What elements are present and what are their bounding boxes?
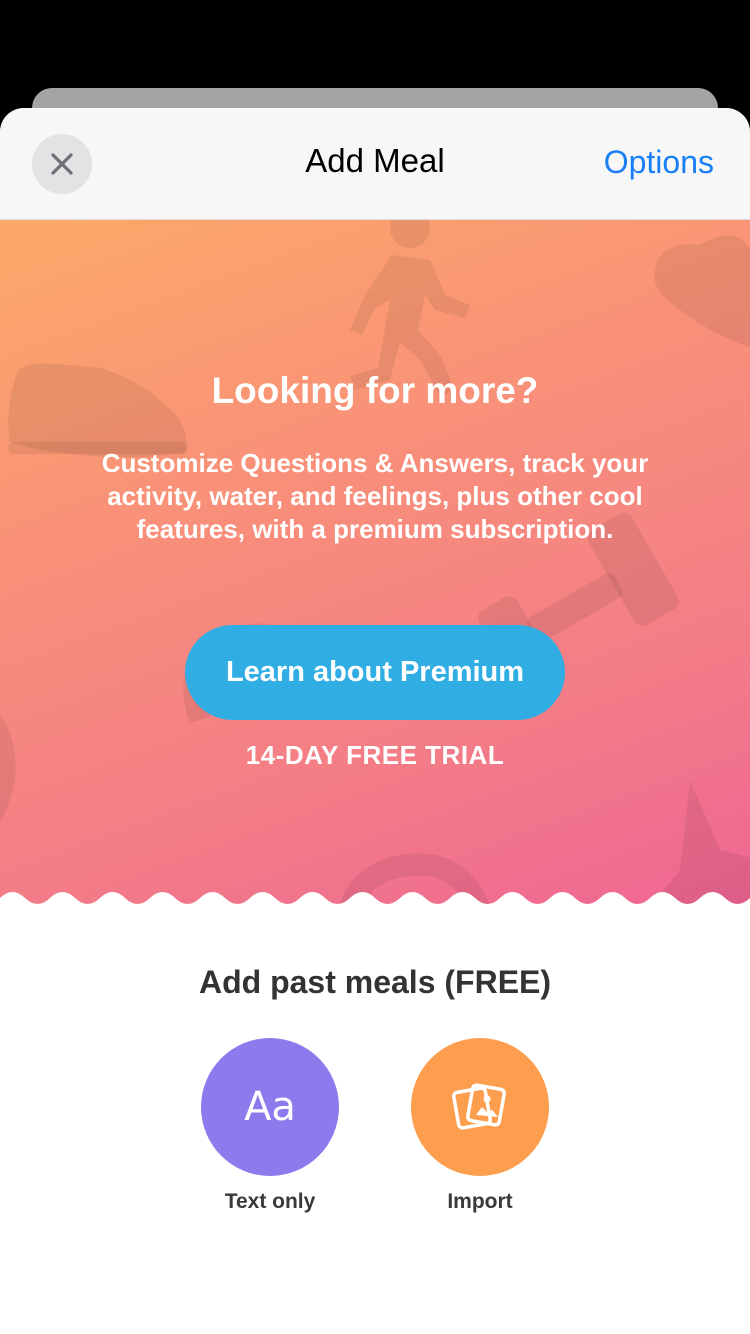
text-only-label: Text only xyxy=(224,1190,316,1213)
free-trial-label: 14-DAY FREE TRIAL xyxy=(245,740,505,770)
premium-promo-banner: Looking for more? Customize Questions & … xyxy=(0,220,750,920)
add-meal-sheet: Add Meal Options Looking for more? Custo… xyxy=(0,108,750,1334)
text-icon: Aa xyxy=(244,1084,296,1130)
import-button[interactable] xyxy=(411,1038,549,1176)
photos-icon xyxy=(452,1083,506,1130)
promo-description: Customize Questions & Answers, track you… xyxy=(101,448,649,544)
import-label: Import xyxy=(447,1190,513,1213)
past-meals-title: Add past meals (FREE) xyxy=(198,964,552,1000)
text-only-button[interactable]: Aa xyxy=(201,1038,339,1176)
options-button[interactable]: Options xyxy=(604,144,714,181)
app-screen: Add Meal Options Looking for more? Custo… xyxy=(0,0,750,1334)
learn-about-premium-button[interactable]: Learn about Premium xyxy=(185,625,565,720)
navigation-bar: Add Meal Options xyxy=(0,108,750,220)
promo-title: Looking for more? xyxy=(211,370,539,411)
wave-divider xyxy=(0,892,750,928)
heart-icon xyxy=(654,235,750,348)
decorative-background xyxy=(0,220,750,920)
